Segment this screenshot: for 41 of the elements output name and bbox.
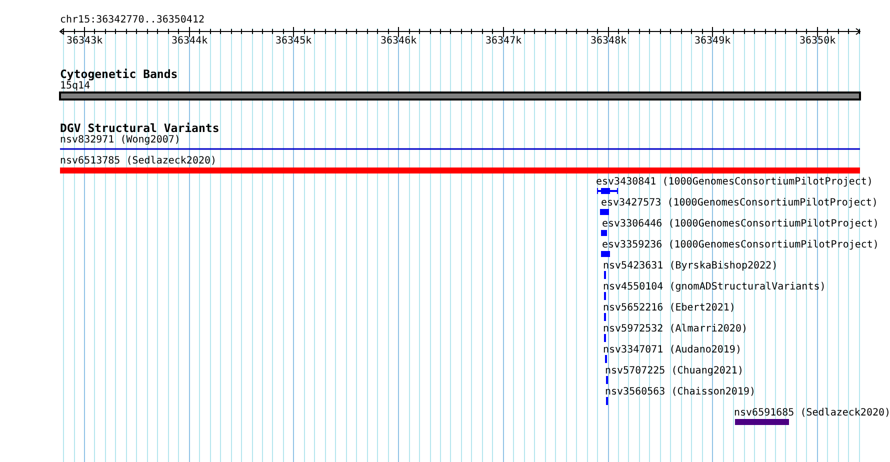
feature-label: nsv5652216 (Ebert2021) [603, 302, 736, 314]
variant-bar[interactable] [60, 168, 860, 174]
variant-tick[interactable] [606, 376, 608, 384]
ruler-tick-label: 36345k [276, 36, 312, 46]
feature-label: nsv832971 (Wong2007) [60, 134, 180, 146]
feature-label: nsv6513785 (Sedlazeck2020) [60, 156, 217, 166]
feature-label: nsv5972532 (Almarri2020) [603, 324, 748, 334]
ruler-tick-label: 36348k [590, 36, 627, 46]
cytoband-bar[interactable] [59, 92, 861, 100]
variant-tick[interactable] [604, 292, 606, 300]
variant-line[interactable] [60, 148, 860, 150]
ruler-tick-label: 36350k [800, 36, 836, 46]
variant-bar[interactable] [735, 419, 789, 425]
variant-tick[interactable] [604, 334, 606, 342]
ruler-tick-label: 36349k [694, 36, 731, 46]
track-title: Cytogenetic Bands [60, 67, 178, 81]
feature-label: nsv3560563 (Chaisson2019) [605, 386, 756, 398]
variant-tick[interactable] [606, 397, 608, 405]
variant-bar[interactable] [601, 251, 610, 257]
track-title: DGV Structural Variants [60, 121, 220, 135]
feature-label: esv3306446 (1000GenomesConsortiumPilotProject) [602, 218, 879, 230]
variant-interval[interactable] [597, 188, 618, 194]
feature-label: nsv5707225 (Chuang2021) [605, 366, 744, 376]
feature-label: esv3430841 (1000GenomesConsortiumPilotProject) [596, 176, 873, 188]
feature-label: nsv3347071 (Audano2019) [603, 344, 742, 356]
ruler-tick-label: 36344k [172, 36, 208, 46]
feature-label: esv3427573 (1000GenomesConsortiumPilotProject) [601, 198, 878, 208]
variant-bar[interactable] [601, 230, 607, 236]
variant-tick[interactable] [605, 355, 607, 363]
ruler-tick-label: 36343k [66, 36, 103, 46]
feature-label: esv3359236 (1000GenomesConsortiumPilotProject) [602, 240, 879, 250]
variant-bar[interactable] [600, 209, 609, 215]
feature-label: 15q14 [60, 80, 90, 92]
feature-label: nsv4550104 (gnomADStructuralVariants) [603, 282, 826, 292]
variant-tick[interactable] [604, 271, 606, 279]
feature-label: nsv6591685 (Sedlazeck2020) [734, 408, 890, 418]
location-label: chr15:36342770..36350412 [60, 14, 204, 26]
feature-label: nsv5423631 (ByrskaBishop2022) [603, 260, 778, 272]
ruler-tick-label: 36346k [380, 36, 417, 46]
variant-tick[interactable] [604, 313, 606, 321]
ruler-tick-label: 36347k [486, 36, 522, 46]
